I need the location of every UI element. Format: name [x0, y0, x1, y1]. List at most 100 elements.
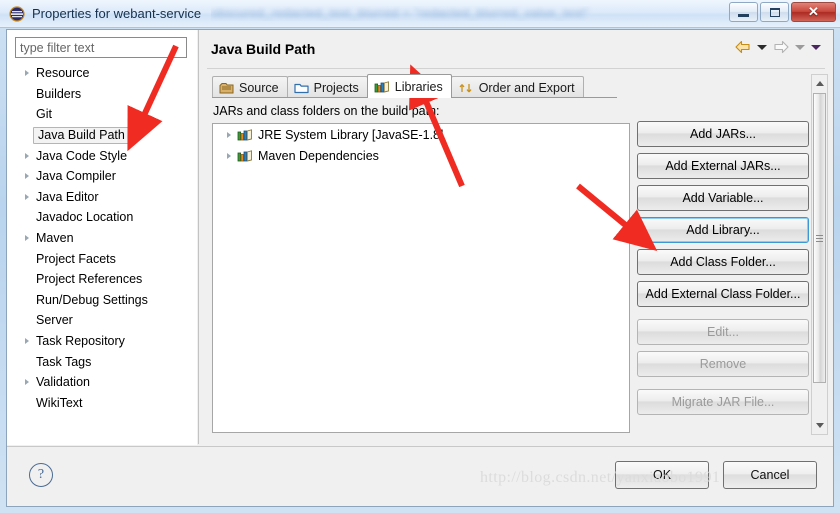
sidebar-item-task-repository[interactable]: Task Repository — [7, 331, 197, 352]
expand-arrow-icon[interactable] — [20, 379, 33, 386]
sidebar-item-resource[interactable]: Resource — [7, 63, 197, 84]
add-class-folder-button[interactable]: Add Class Folder... — [637, 249, 809, 275]
sidebar-item-javadoc-location[interactable]: Javadoc Location — [7, 207, 197, 228]
list-label: JARs and class folders on the build path… — [213, 104, 440, 118]
page-scrollbar[interactable] — [811, 74, 828, 435]
list-item[interactable]: JRE System Library [JavaSE-1.8] — [213, 124, 629, 145]
window-controls: ✕ — [729, 2, 836, 22]
maximize-button[interactable] — [760, 2, 789, 22]
minimize-button[interactable] — [729, 2, 758, 22]
sidebar-item-git[interactable]: Git — [7, 104, 197, 125]
properties-dialog-window: Properties for webant-service obscured_r… — [0, 0, 840, 513]
sidebar-item-label: Java Code Style — [36, 148, 128, 163]
scrollbar-thumb[interactable] — [813, 93, 826, 383]
sidebar-item-java-editor[interactable]: Java Editor — [7, 187, 197, 208]
list-item[interactable]: Maven Dependencies — [213, 145, 629, 166]
migrate-jar-file-button: Migrate JAR File... — [637, 389, 809, 415]
expand-arrow-icon[interactable] — [20, 70, 33, 77]
sidebar-item-maven[interactable]: Maven — [7, 228, 197, 249]
sidebar-item-label: Validation — [36, 375, 90, 390]
sidebar-item-label: Java Build Path — [33, 126, 130, 144]
tab-libraries[interactable]: Libraries — [366, 74, 452, 98]
tab-projects[interactable]: Projects — [286, 76, 368, 98]
libraries-list[interactable]: JRE System Library [JavaSE-1.8] Maven Dep… — [212, 123, 630, 433]
dialog-client-area: type filter text Resource Builders Git Java… — [6, 29, 834, 507]
tab-label: Projects — [313, 80, 359, 95]
sidebar-item-label: Run/Debug Settings — [36, 292, 148, 307]
java-build-path-page: Java Build Path Source Projects Libraries O… — [199, 30, 833, 445]
back-arrow-icon[interactable] — [735, 40, 751, 54]
settings-tree-pane: type filter text Resource Builders Git Java… — [7, 30, 197, 445]
order-export-arrows-icon — [458, 81, 474, 95]
filter-input[interactable]: type filter text — [15, 37, 187, 58]
tab-label: Order and Export — [478, 80, 575, 95]
add-library-button[interactable]: Add Library... — [637, 217, 809, 243]
expand-arrow-icon[interactable] — [20, 193, 33, 200]
sidebar-item-run-debug-settings[interactable]: Run/Debug Settings — [7, 290, 197, 311]
add-external-jars-button[interactable]: Add External JARs... — [637, 153, 809, 179]
sidebar-item-project-facets[interactable]: Project Facets — [7, 248, 197, 269]
eclipse-icon — [9, 5, 25, 22]
title-divider — [207, 68, 825, 69]
list-item-label: Maven Dependencies — [258, 148, 379, 163]
tab-source[interactable]: Source — [212, 76, 288, 98]
maximize-icon — [769, 7, 780, 17]
build-path-tabs: Source Projects Libraries Order and Export — [212, 74, 584, 98]
sidebar-item-label: Resource — [36, 66, 90, 81]
library-books-icon — [237, 149, 253, 163]
scroll-down-arrow-icon — [815, 423, 824, 428]
title-bar: Properties for webant-service obscured_r… — [0, 0, 840, 28]
expand-arrow-icon[interactable] — [20, 235, 33, 242]
sidebar-item-label: Maven — [36, 231, 74, 246]
scrollbar-grip-icon — [816, 233, 823, 244]
sidebar-item-label: Java Editor — [36, 189, 99, 204]
expand-arrow-icon[interactable] — [222, 152, 235, 159]
sidebar-item-label: WikiText — [36, 395, 83, 410]
scroll-up-arrow-icon — [815, 81, 824, 86]
watermark: http://blog.csdn.net/yanxiaobo1991 — [480, 469, 721, 486]
sidebar-item-java-code-style[interactable]: Java Code Style — [7, 145, 197, 166]
sidebar-item-label: Git — [36, 107, 52, 122]
expand-arrow-icon[interactable] — [222, 131, 235, 138]
view-menu-chevron-down-icon[interactable] — [811, 44, 821, 50]
help-button[interactable]: ? — [29, 463, 53, 487]
expand-arrow-icon[interactable] — [20, 338, 33, 345]
tab-label: Source — [239, 80, 279, 95]
sidebar-item-validation[interactable]: Validation — [7, 372, 197, 393]
sidebar-item-java-build-path[interactable]: Java Build Path — [7, 125, 197, 146]
sidebar-item-label: Project Facets — [36, 251, 116, 266]
sidebar-item-server[interactable]: Server — [7, 310, 197, 331]
sidebar-item-label: Java Compiler — [36, 169, 116, 184]
remove-button: Remove — [637, 351, 809, 377]
sidebar-item-builders[interactable]: Builders — [7, 84, 197, 105]
sidebar-item-wikitext[interactable]: WikiText — [7, 393, 197, 414]
scroll-up-button[interactable] — [812, 75, 827, 92]
add-external-class-folder-button[interactable]: Add External Class Folder... — [637, 281, 809, 307]
forward-menu-chevron-down-icon[interactable] — [795, 44, 805, 50]
expand-arrow-icon[interactable] — [20, 173, 33, 180]
sidebar-item-label: Task Repository — [36, 334, 125, 349]
tab-order-and-export[interactable]: Order and Export — [450, 76, 584, 98]
sidebar-item-project-references[interactable]: Project References — [7, 269, 197, 290]
source-folder-icon — [219, 81, 234, 95]
window-title: Properties for webant-service — [32, 6, 202, 21]
libraries-button-column: Add JARs... Add External JARs... Add Varia… — [637, 121, 809, 421]
edit-button: Edit... — [637, 319, 809, 345]
library-books-icon — [237, 128, 253, 142]
close-button[interactable]: ✕ — [791, 2, 836, 22]
scroll-down-button[interactable] — [812, 417, 827, 434]
cancel-button[interactable]: Cancel — [723, 461, 817, 489]
page-nav-icons — [735, 40, 821, 54]
add-jars-button[interactable]: Add JARs... — [637, 121, 809, 147]
expand-arrow-icon[interactable] — [20, 152, 33, 159]
sidebar-item-label: Javadoc Location — [36, 210, 134, 225]
sidebar-item-label: Builders — [36, 86, 82, 101]
page-title: Java Build Path — [211, 41, 316, 57]
minimize-icon — [738, 13, 749, 17]
sidebar-item-java-compiler[interactable]: Java Compiler — [7, 166, 197, 187]
libraries-books-icon — [374, 80, 390, 94]
back-menu-chevron-down-icon[interactable] — [757, 44, 767, 50]
add-variable-button[interactable]: Add Variable... — [637, 185, 809, 211]
forward-arrow-icon — [774, 40, 789, 54]
sidebar-item-task-tags[interactable]: Task Tags — [7, 351, 197, 372]
